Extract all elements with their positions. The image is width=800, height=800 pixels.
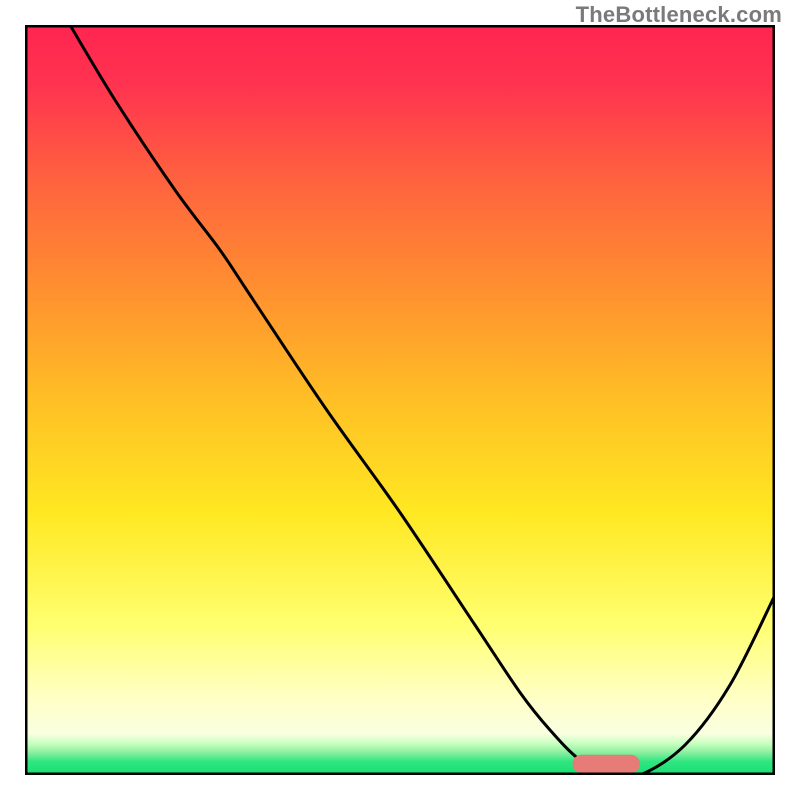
optimum-marker <box>573 755 641 773</box>
plot-area <box>25 25 775 775</box>
gradient-rect <box>25 25 775 775</box>
chart-svg <box>25 25 775 775</box>
